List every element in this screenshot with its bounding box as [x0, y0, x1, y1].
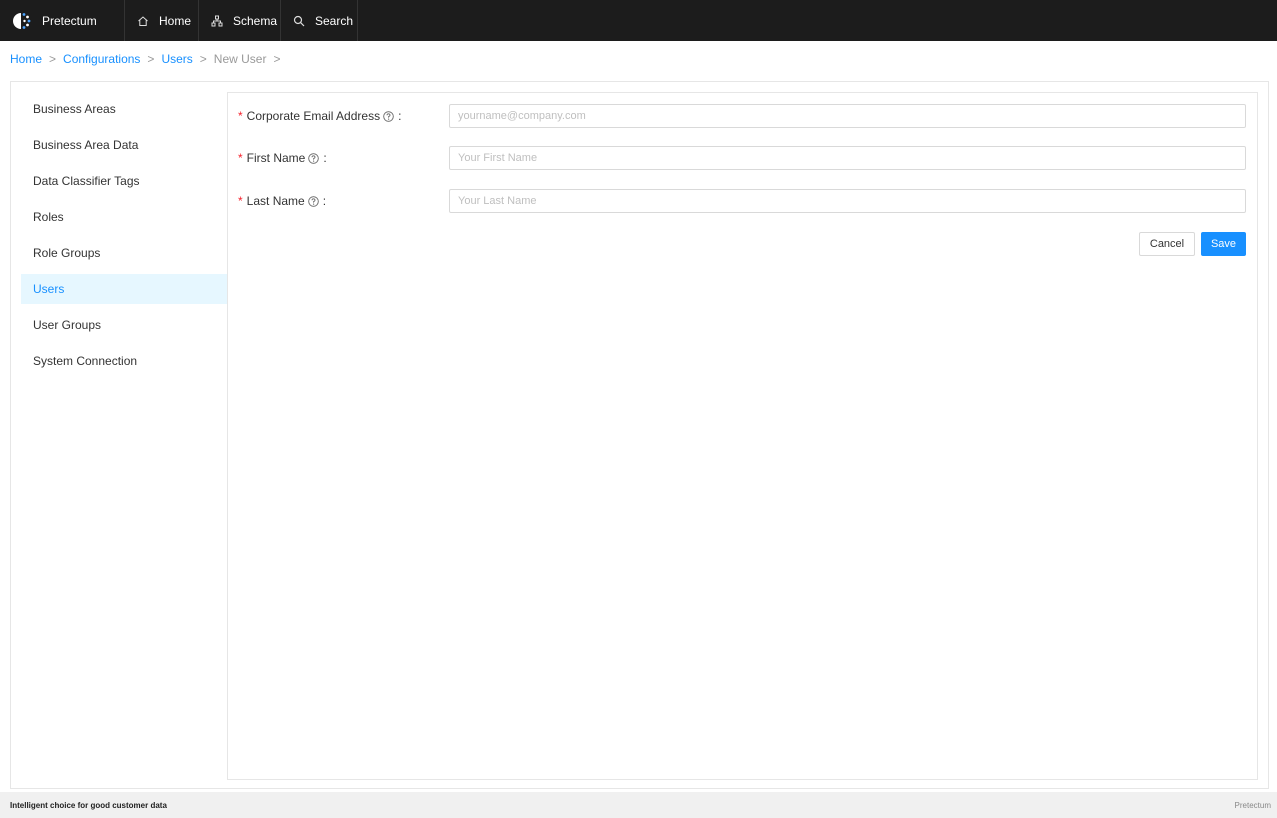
main-panel: Business Areas Business Area Data Data C… [10, 81, 1269, 789]
breadcrumb-separator: > [199, 52, 207, 66]
new-user-form: * Corporate Email Address : * First Name… [227, 92, 1258, 780]
help-circle-icon[interactable] [383, 110, 394, 122]
footer: Intelligent choice for good customer dat… [0, 792, 1277, 818]
help-circle-icon[interactable] [308, 152, 320, 164]
breadcrumb-users[interactable]: Users [161, 52, 192, 66]
breadcrumb-separator: > [49, 52, 57, 66]
required-marker: * [238, 194, 243, 208]
required-marker: * [238, 109, 243, 123]
nav-home[interactable]: Home [125, 0, 199, 41]
breadcrumb-separator: > [273, 52, 281, 66]
email-label: Corporate Email Address [246, 109, 381, 123]
form-row-email: * Corporate Email Address : [238, 104, 1246, 128]
breadcrumb-separator: > [147, 52, 155, 66]
form-row-first-name: * First Name : [238, 146, 1246, 170]
sidebar-item-data-classifier-tags[interactable]: Data Classifier Tags [21, 166, 227, 196]
nav-schema-label: Schema [233, 13, 278, 28]
sidebar-item-users[interactable]: Users [21, 274, 227, 304]
brand-name: Pretectum [42, 13, 97, 28]
sidebar-item-role-groups[interactable]: Role Groups [21, 238, 227, 268]
breadcrumb-home[interactable]: Home [10, 52, 42, 66]
top-nav-bar: Pretectum Home Schema Search [0, 0, 1277, 41]
footer-brand: Pretectum [1234, 800, 1271, 810]
sidebar-item-roles[interactable]: Roles [21, 202, 227, 232]
last-name-field[interactable] [449, 189, 1246, 213]
sidebar-item-system-connection[interactable]: System Connection [21, 346, 227, 376]
cancel-button[interactable]: Cancel [1139, 232, 1195, 256]
pretectum-logo-icon [12, 11, 32, 31]
required-marker: * [238, 151, 243, 165]
label-colon: : [398, 109, 402, 123]
nav-search[interactable]: Search [281, 0, 358, 41]
search-icon [293, 15, 305, 27]
save-button[interactable]: Save [1201, 232, 1246, 256]
form-row-last-name: * Last Name : [238, 189, 1246, 213]
help-circle-icon[interactable] [307, 195, 319, 207]
breadcrumb: Home > Configurations > Users > New User… [10, 52, 288, 66]
last-name-label: Last Name [246, 194, 305, 208]
label-colon: : [323, 151, 327, 165]
nav-search-label: Search [315, 13, 354, 28]
breadcrumb-configurations[interactable]: Configurations [63, 52, 140, 66]
breadcrumb-new-user: New User [213, 52, 267, 66]
email-field[interactable] [449, 104, 1246, 128]
sidebar-item-business-areas[interactable]: Business Areas [21, 94, 227, 124]
sidebar-item-business-area-data[interactable]: Business Area Data [21, 130, 227, 160]
label-colon: : [322, 194, 327, 208]
home-icon [137, 15, 149, 27]
config-sidebar: Business Areas Business Area Data Data C… [21, 94, 227, 382]
first-name-label: First Name [246, 151, 306, 165]
schema-icon [211, 15, 223, 27]
footer-tagline: Intelligent choice for good customer dat… [10, 800, 167, 810]
first-name-field[interactable] [449, 146, 1246, 170]
nav-home-label: Home [159, 13, 192, 28]
nav-schema[interactable]: Schema [199, 0, 281, 41]
sidebar-item-user-groups[interactable]: User Groups [21, 310, 227, 340]
brand-logo-link[interactable]: Pretectum [0, 0, 125, 41]
